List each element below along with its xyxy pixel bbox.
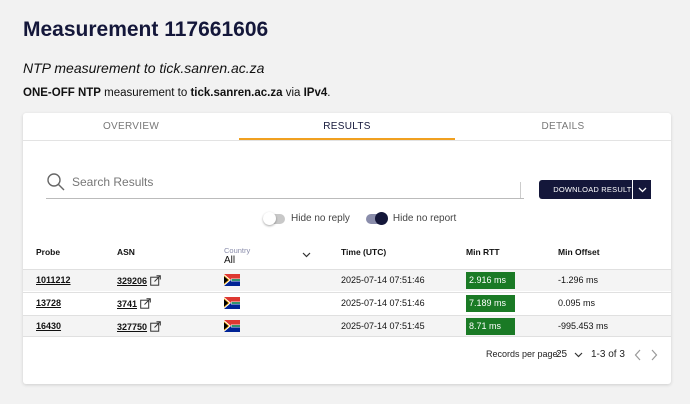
table-row: 16430 327750 2025-07-14 07:51:45 8.71 ms…: [23, 315, 671, 337]
rtt-badge: 2.916 ms: [466, 272, 515, 289]
description-text: measurement to: [100, 87, 191, 99]
result-offset: -1.296 ms: [558, 275, 599, 285]
rtt-badge: 8.71 ms: [466, 318, 515, 335]
measurement-protocol: IPv4: [303, 87, 328, 99]
column-header-time[interactable]: Time (UTC): [341, 247, 386, 257]
tab-results[interactable]: RESULTS: [239, 113, 455, 140]
chevron-down-icon: [638, 187, 646, 192]
result-time: 2025-07-14 07:51:46: [341, 275, 425, 285]
search-bar: [46, 169, 524, 199]
filter-toggles: Hide no reply Hide no report: [263, 211, 457, 225]
page-subtitle: NTP measurement to tick.sanren.ac.za: [23, 60, 265, 76]
column-header-offset[interactable]: Min Offset: [558, 247, 600, 257]
chevron-down-icon[interactable]: [302, 252, 311, 258]
result-time: 2025-07-14 07:51:46: [341, 298, 425, 308]
table-row: 1011212 329206 2025-07-14 07:51:46 2.916…: [23, 269, 671, 291]
column-header-asn[interactable]: ASN: [117, 247, 135, 257]
result-offset: 0.095 ms: [558, 298, 596, 308]
search-icon[interactable]: [46, 172, 66, 192]
table-row: 13728 3741 2025-07-14 07:51:46 7.189 ms …: [23, 292, 671, 314]
measurement-type: ONE-OFF NTP: [23, 87, 101, 99]
download-options-button[interactable]: [632, 180, 651, 199]
hide-no-report-label: Hide no report: [392, 213, 457, 224]
probe-link[interactable]: 16430: [36, 321, 61, 331]
tab-overview[interactable]: OVERVIEW: [23, 113, 239, 140]
search-input[interactable]: [72, 172, 512, 192]
country-filter-label: Country: [224, 246, 251, 255]
result-time: 2025-07-14 07:51:45: [341, 321, 425, 331]
chevron-down-icon: [574, 352, 583, 357]
south-africa-flag-icon: [224, 297, 240, 309]
south-africa-flag-icon: [224, 274, 240, 286]
search-divider: [520, 182, 521, 198]
result-offset: -995.453 ms: [558, 321, 609, 331]
south-africa-flag-icon: [224, 320, 240, 332]
asn-link[interactable]: 329206: [117, 276, 147, 286]
pagination-range: 1-3 of 3: [591, 349, 625, 360]
column-header-rtt[interactable]: Min RTT: [466, 247, 500, 257]
rtt-badge: 7.189 ms: [466, 295, 515, 312]
asn-link[interactable]: 3741: [117, 299, 137, 309]
measurement-description: ONE-OFF NTP measurement to tick.sanren.a…: [23, 87, 330, 99]
hide-no-reply-label: Hide no reply: [291, 213, 350, 224]
tab-details[interactable]: DETAILS: [455, 113, 671, 140]
column-header-probe[interactable]: Probe: [36, 247, 60, 257]
probe-link[interactable]: 13728: [36, 298, 61, 308]
page-title: Measurement 117661606: [23, 18, 269, 41]
measurement-target: tick.sanren.ac.za: [190, 87, 283, 99]
results-card: OVERVIEW RESULTS DETAILS DOWNLOAD RESULT…: [23, 113, 671, 384]
hide-no-report-toggle[interactable]: [365, 211, 388, 225]
external-link-icon[interactable]: [150, 275, 161, 286]
country-filter[interactable]: Country All: [224, 246, 250, 266]
hide-no-reply-toggle[interactable]: [263, 211, 285, 225]
chevron-left-icon[interactable]: [634, 349, 642, 361]
chevron-right-icon[interactable]: [650, 349, 658, 361]
description-via: via: [282, 87, 304, 99]
records-per-page-value: 25: [556, 349, 568, 360]
tab-bar: OVERVIEW RESULTS DETAILS: [23, 113, 671, 141]
asn-link[interactable]: 327750: [117, 322, 147, 332]
external-link-icon[interactable]: [140, 298, 151, 309]
records-per-page-select[interactable]: 25: [556, 349, 583, 360]
external-link-icon[interactable]: [150, 321, 161, 332]
probe-link[interactable]: 1011212: [36, 275, 71, 285]
country-filter-value: All: [224, 255, 236, 266]
records-per-page-label: Records per page:: [486, 349, 561, 359]
description-suffix: .: [327, 87, 331, 99]
